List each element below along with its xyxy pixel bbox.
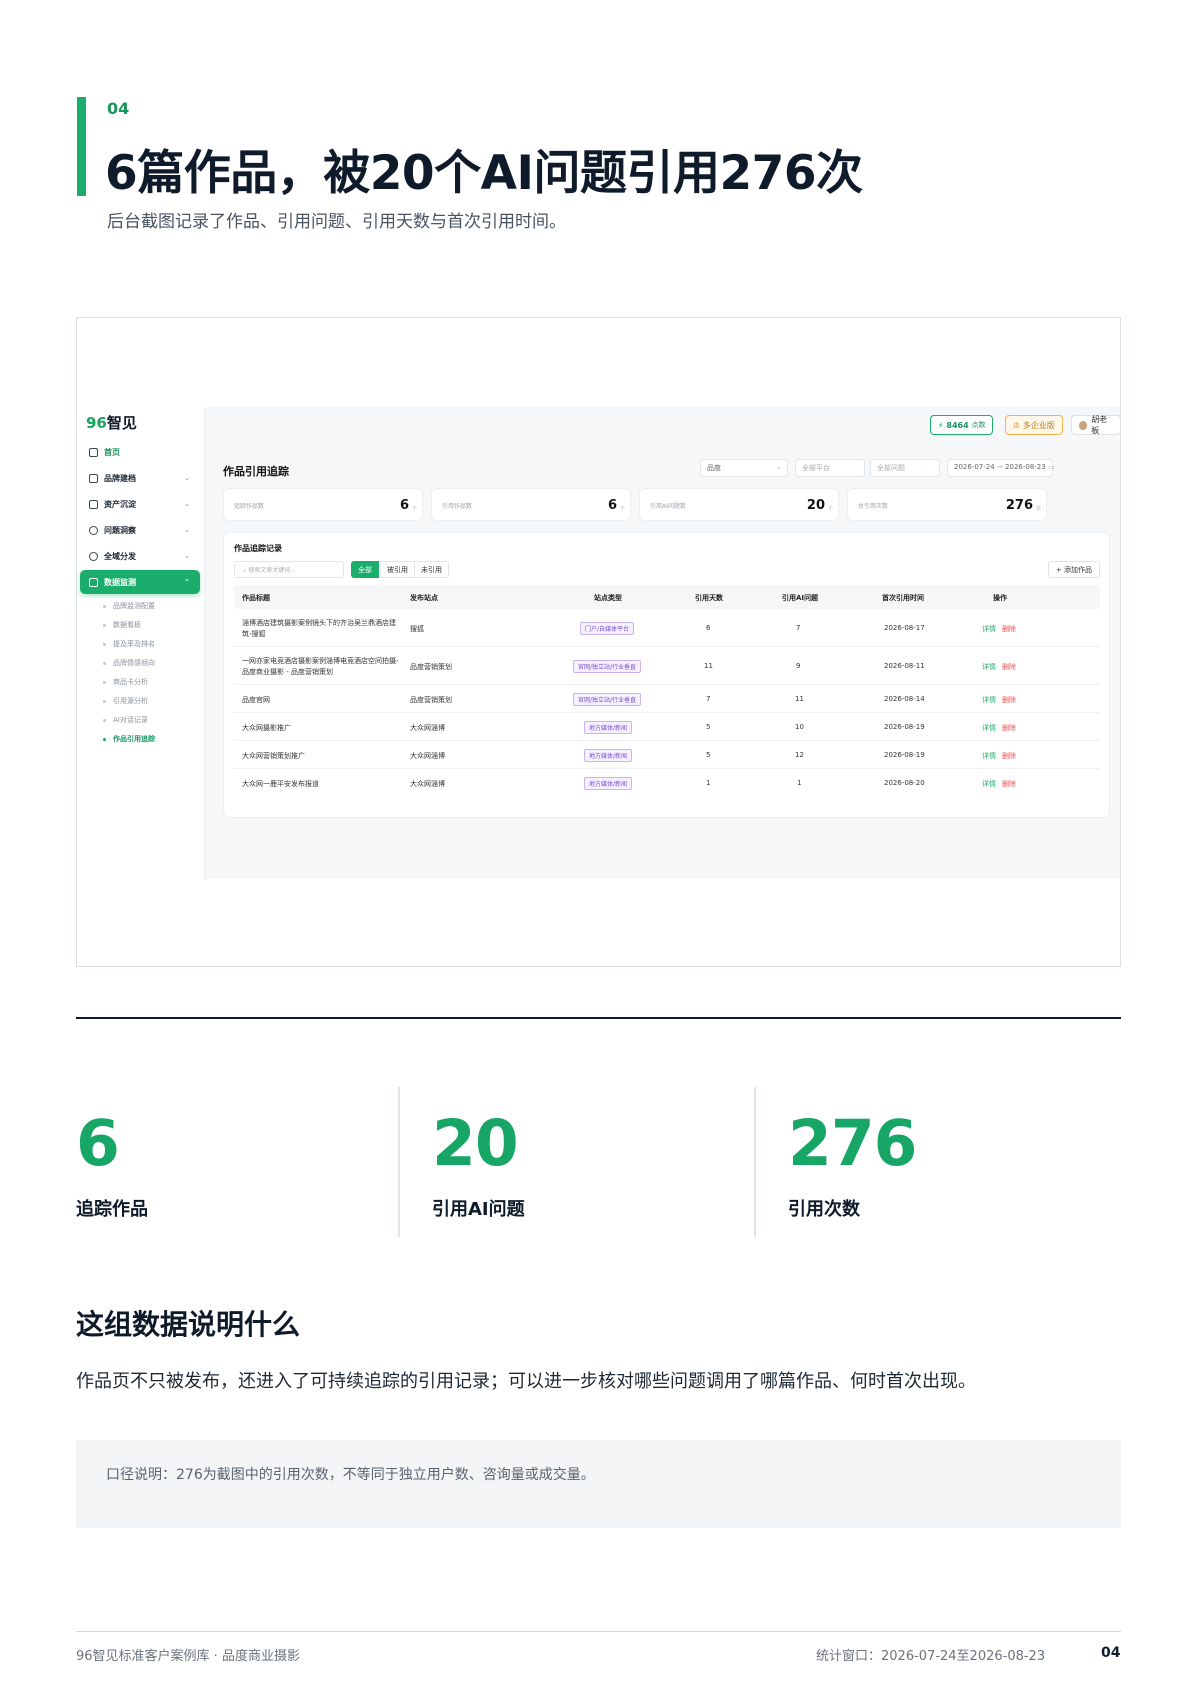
chevron-down-icon: ⌄ bbox=[776, 463, 782, 471]
subnav-item[interactable]: 品牌情感倾向 bbox=[103, 658, 155, 668]
calendar-icon: ▭ bbox=[1047, 463, 1055, 471]
detail-link[interactable]: 详情 bbox=[982, 723, 996, 733]
app-page-title: 作品引用追踪 bbox=[223, 465, 289, 478]
monitor-icon bbox=[89, 447, 98, 457]
share-icon bbox=[89, 551, 98, 561]
stat-card: 总引用次数 276 次 bbox=[847, 488, 1047, 521]
add-work-button[interactable]: + 添加作品 bbox=[1047, 561, 1100, 578]
stat-card: 引用作品数 6 个 bbox=[431, 488, 631, 521]
nav-insight[interactable]: 问题洞察 ⌄ bbox=[80, 518, 200, 542]
page-subtitle: 后台截图记录了作品、引用问题、引用天数与首次引用时间。 bbox=[107, 212, 566, 232]
filter-cited[interactable]: 被引用 bbox=[380, 561, 415, 578]
avatar bbox=[1079, 420, 1088, 430]
detail-link[interactable]: 详情 bbox=[982, 624, 996, 634]
nav-home[interactable]: 首页 bbox=[80, 440, 200, 464]
subnav-item[interactable]: AI对话记录 bbox=[103, 715, 148, 725]
platform-select[interactable]: 全部平台 bbox=[795, 459, 865, 477]
section-number: 04 bbox=[107, 99, 130, 118]
nav-monitoring[interactable]: 数据监测 ⌃ bbox=[80, 570, 200, 594]
table-row[interactable]: 一网亦家电竞酒店摄影案例淄博电竞酒店空间拍摄- 品度商业摄影 - 品度营销策划 品… bbox=[234, 647, 1100, 685]
analysis-body: 作品页不只被发布，还进入了可持续追踪的引用记录；可以进一步核对哪些问题调用了哪篇… bbox=[76, 1371, 976, 1392]
filter-all[interactable]: 全部 bbox=[351, 561, 379, 578]
chevron-down-icon: ⌄ bbox=[184, 474, 190, 482]
nav-distribution[interactable]: 全域分发 ⌄ bbox=[80, 544, 200, 568]
subnav-item-active[interactable]: 作品引用追踪 bbox=[103, 734, 155, 744]
filter-uncited[interactable]: 未引用 bbox=[414, 561, 449, 578]
subnav-item[interactable]: 引用源分析 bbox=[103, 696, 148, 706]
stat-divider bbox=[754, 1087, 756, 1237]
nav-brand[interactable]: 品牌建档 ⌄ bbox=[80, 466, 200, 490]
detail-link[interactable]: 详情 bbox=[982, 662, 996, 672]
grid-icon bbox=[89, 577, 98, 587]
delete-link[interactable]: 删除 bbox=[1002, 751, 1016, 761]
stat-card: 引用AI问题数 20 个 bbox=[639, 488, 839, 521]
stat-divider bbox=[398, 1087, 400, 1237]
chevron-down-icon: ⌄ bbox=[184, 526, 190, 534]
stat-card: 追踪作品数 6 个 bbox=[223, 488, 423, 521]
nav-assets[interactable]: 资产沉淀 ⌄ bbox=[80, 492, 200, 516]
stat-citations: 276 引用次数 bbox=[788, 1107, 918, 1220]
chevron-up-icon: ⌃ bbox=[184, 578, 190, 586]
delete-link[interactable]: 删除 bbox=[1002, 723, 1016, 733]
subnav-item[interactable]: 数据看板 bbox=[103, 620, 141, 630]
asset-icon bbox=[89, 499, 98, 509]
section-accent-bar bbox=[77, 97, 86, 196]
subnav-item[interactable]: 商品卡分析 bbox=[103, 677, 148, 687]
brand-select[interactable]: 品度 ⌄ bbox=[700, 459, 788, 477]
table-row[interactable]: 品度官网 品度营销策划 官网/独立站/行业垂直 7 11 2026-08-14 … bbox=[234, 685, 1100, 713]
page-title: 6篇作品，被20个AI问题引用276次 bbox=[105, 146, 863, 201]
detail-link[interactable]: 详情 bbox=[982, 751, 996, 761]
footer-page-number: 04 bbox=[1101, 1645, 1121, 1661]
subnav-item[interactable]: 品牌监测配置 bbox=[103, 601, 155, 611]
search-input[interactable]: ⌕ 搜索文章关键词... bbox=[234, 561, 344, 578]
question-select[interactable]: 全部问题 bbox=[870, 459, 940, 477]
tracking-panel: 作品追踪记录 ⌕ 搜索文章关键词... 全部 被引用 未引用 + 添加作品 作品… bbox=[223, 532, 1110, 818]
date-range-picker[interactable]: 2026-07-24 → 2026-08-23 ▭ bbox=[947, 459, 1055, 477]
footer-divider bbox=[76, 1631, 1121, 1632]
app-logo: 96智见 bbox=[86, 414, 137, 432]
subnav-item[interactable]: 提及率及排名 bbox=[103, 639, 155, 649]
delete-link[interactable]: 删除 bbox=[1002, 779, 1016, 789]
enterprise-badge[interactable]: ♔ 多企业版 bbox=[1005, 415, 1063, 435]
panel-title: 作品追踪记录 bbox=[234, 544, 282, 553]
sidebar: 96智见 首页 品牌建档 ⌄ 资产沉淀 ⌄ 问题洞察 ⌄ 全域分发 ⌄ 数据监测 ⌃ 品牌… bbox=[77, 407, 205, 879]
detail-link[interactable]: 详情 bbox=[982, 695, 996, 705]
backend-screenshot: 96智见 首页 品牌建档 ⌄ 资产沉淀 ⌄ 问题洞察 ⌄ 全域分发 ⌄ 数据监测 ⌃ 品牌… bbox=[76, 317, 1121, 967]
stat-ai-questions: 20 引用AI问题 bbox=[432, 1107, 525, 1220]
points-badge[interactable]: ⚡ 8464 点数 bbox=[930, 415, 994, 435]
footer-left: 96智见标准客户案例库 · 品度商业摄影 bbox=[76, 1649, 300, 1664]
footer-window: 统计窗口：2026-07-24至2026-08-23 bbox=[816, 1649, 1046, 1664]
stat-tracked-works: 6 追踪作品 bbox=[76, 1107, 148, 1220]
user-menu[interactable]: 胡老板 bbox=[1071, 415, 1120, 435]
analysis-heading: 这组数据说明什么 bbox=[76, 1308, 301, 1341]
table-header: 作品标题 发布站点 站点类型 引用天数 引用AI问题 首次引用时间 操作 bbox=[234, 585, 1100, 609]
table-row[interactable]: 大众网摄影推广 大众网淄博 地方媒体/新闻 5 10 2026-08-19 详情… bbox=[234, 713, 1100, 741]
table-row[interactable]: 大众网营销策划推广 大众网淄博 地方媒体/新闻 5 12 2026-08-19 … bbox=[234, 741, 1100, 769]
delete-link[interactable]: 删除 bbox=[1002, 662, 1016, 672]
chevron-down-icon: ⌄ bbox=[184, 500, 190, 508]
method-note: 口径说明：276为截图中的引用次数，不等同于独立用户数、咨询量或成交量。 bbox=[76, 1440, 1121, 1528]
delete-link[interactable]: 删除 bbox=[1002, 695, 1016, 705]
table-row[interactable]: 大众网一鹿平安发布报道 大众网淄博 地方媒体/新闻 1 1 2026-08-20… bbox=[234, 769, 1100, 797]
detail-link[interactable]: 详情 bbox=[982, 779, 996, 789]
brand-icon bbox=[89, 473, 98, 483]
app-window: 96智见 首页 品牌建档 ⌄ 资产沉淀 ⌄ 问题洞察 ⌄ 全域分发 ⌄ 数据监测 ⌃ 品牌… bbox=[77, 407, 1120, 879]
search-icon bbox=[89, 525, 98, 535]
table-row[interactable]: 淄博酒店建筑摄影案例镜头下的齐治吴兰鼎酒店建 筑-搜狐 搜狐 门户/自媒体平台 6… bbox=[234, 609, 1100, 647]
delete-link[interactable]: 删除 bbox=[1002, 624, 1016, 634]
section-divider bbox=[76, 1017, 1121, 1019]
chevron-down-icon: ⌄ bbox=[184, 552, 190, 560]
